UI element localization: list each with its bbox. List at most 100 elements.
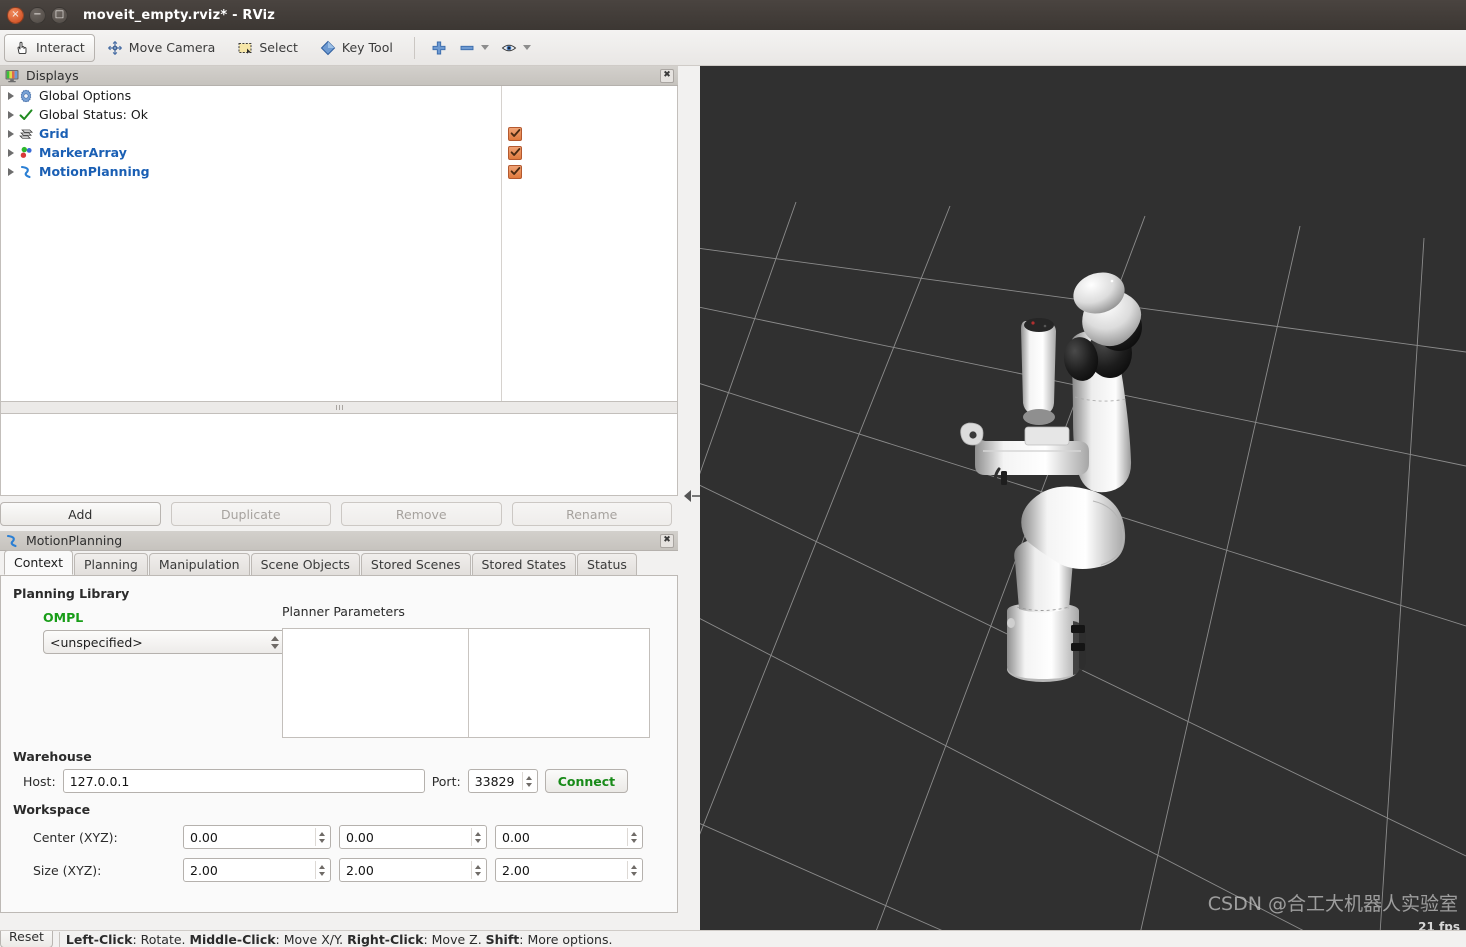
tree-item-checkbox[interactable]: [508, 145, 522, 160]
warehouse-heading: Warehouse: [13, 749, 92, 764]
motionplanning-tabbar: Context Planning Manipulation Scene Obje…: [0, 550, 678, 576]
size-y-spinner-arrows-icon[interactable]: [471, 861, 484, 879]
window-maximize-button[interactable]: □: [51, 6, 68, 24]
displays-close-icon[interactable]: ✖: [660, 68, 674, 83]
duplicate-display-button[interactable]: Duplicate: [170, 502, 331, 526]
expand-arrow-icon[interactable]: [4, 148, 18, 157]
tool-select-button[interactable]: Select: [227, 34, 308, 62]
display-properties-panel[interactable]: [0, 413, 678, 496]
tool-key-tool-label: Key Tool: [341, 40, 393, 55]
tool-key-tool-button[interactable]: Key Tool: [310, 34, 403, 62]
center-x-spinner-arrows-icon[interactable]: [315, 828, 328, 846]
tab-status[interactable]: Status: [577, 553, 637, 575]
tab-scene-objects[interactable]: Scene Objects: [250, 553, 360, 575]
size-y-spinbox[interactable]: 2.00: [339, 858, 487, 882]
displays-button-row: Add Duplicate Remove Rename: [0, 496, 678, 526]
displays-monitor-icon: [4, 68, 20, 84]
expand-arrow-icon[interactable]: [4, 110, 18, 119]
size-z-spinner-arrows-icon[interactable]: [627, 861, 640, 879]
planner-parameters-name-column: [283, 629, 469, 737]
add-display-button[interactable]: Add: [0, 502, 161, 526]
main-toolbar: Interact Move Camera Select Key Tool: [0, 30, 1466, 66]
size-x-spinbox[interactable]: 2.00: [183, 858, 331, 882]
gear-icon: [18, 88, 34, 104]
window-title: moveit_empty.rviz* - RViz: [83, 7, 276, 23]
views-button[interactable]: [496, 34, 536, 62]
host-input[interactable]: 127.0.0.1: [62, 769, 425, 793]
displays-dock-titlebar: Displays ✖: [0, 66, 678, 86]
displays-splitter[interactable]: [0, 402, 678, 413]
window-minimize-button[interactable]: −: [29, 6, 46, 24]
chevron-down-icon[interactable]: [480, 45, 489, 50]
tab-planning[interactable]: Planning: [73, 553, 148, 575]
center-y-spinner-arrows-icon[interactable]: [471, 828, 484, 846]
tool-move-camera-label: Move Camera: [128, 40, 216, 55]
tree-item-label: Global Status: Ok: [39, 107, 148, 122]
chevron-down-icon[interactable]: [522, 45, 531, 50]
status-separator: [58, 931, 60, 947]
center-x-value: 0.00: [190, 829, 218, 845]
tree-item-checkbox[interactable]: [508, 164, 522, 179]
host-label: Host:: [23, 773, 56, 789]
window-close-button[interactable]: ×: [7, 6, 24, 24]
center-xyz-label: Center (XYZ):: [33, 829, 118, 845]
size-z-value: 2.00: [502, 862, 530, 878]
displays-tree[interactable]: Global Options Global Status: Ok Grid Ma…: [0, 86, 678, 402]
center-z-spinbox[interactable]: 0.00: [495, 825, 643, 849]
tool-select-label: Select: [259, 40, 298, 55]
tab-manipulation[interactable]: Manipulation: [148, 553, 250, 575]
select-rectangle-icon: [237, 40, 253, 56]
tool-move-camera-button[interactable]: Move Camera: [97, 34, 226, 62]
tree-item-global-options[interactable]: Global Options: [1, 86, 677, 105]
center-y-value: 0.00: [346, 829, 374, 845]
collapse-handle-bar[interactable]: [692, 495, 700, 497]
tree-item-global-status[interactable]: Global Status: Ok: [1, 105, 677, 124]
collapse-left-arrow-icon[interactable]: [684, 490, 691, 502]
motionplanning-close-icon[interactable]: ✖: [660, 533, 674, 548]
eye-icon: [501, 40, 517, 56]
tree-item-grid[interactable]: Grid: [1, 124, 677, 143]
reset-button[interactable]: Reset: [0, 931, 53, 947]
rename-display-button[interactable]: Rename: [511, 502, 672, 526]
displays-dock-title: Displays: [26, 68, 79, 83]
center-z-spinner-arrows-icon[interactable]: [627, 828, 640, 846]
connect-button[interactable]: Connect: [544, 769, 629, 793]
center-x-spinbox[interactable]: 0.00: [183, 825, 331, 849]
planning-algorithm-combobox[interactable]: <unspecified>: [43, 630, 286, 654]
hint-text-right-click: : Move Z.: [423, 931, 486, 947]
3d-render-viewport[interactable]: CSDN @合工大机器人实验室 21 fps: [700, 66, 1466, 934]
port-label: Port:: [431, 773, 461, 789]
remove-tool-button[interactable]: [454, 34, 494, 62]
expand-arrow-icon[interactable]: [4, 167, 18, 176]
hand-cursor-icon: [14, 40, 30, 56]
planner-parameters-value-column: [469, 629, 649, 737]
add-tool-button[interactable]: [426, 34, 452, 62]
tree-item-markerarray[interactable]: MarkerArray: [1, 143, 677, 162]
expand-arrow-icon[interactable]: [4, 129, 18, 138]
motion-planning-icon: [18, 164, 34, 180]
tool-interact-button[interactable]: Interact: [4, 33, 95, 62]
motion-planning-icon: [4, 533, 20, 549]
port-spinbox[interactable]: 33829: [467, 769, 538, 793]
context-tab-pane: Planning Library OMPL <unspecified> Plan…: [0, 576, 678, 913]
center-y-spinbox[interactable]: 0.00: [339, 825, 487, 849]
port-spinner-arrows-icon[interactable]: [521, 772, 535, 790]
tree-item-checkbox[interactable]: [508, 126, 522, 141]
remove-display-button[interactable]: Remove: [341, 502, 502, 526]
toolbar-separator: [413, 36, 415, 59]
planner-parameters-table[interactable]: [282, 628, 650, 738]
combobox-arrows-icon[interactable]: [271, 635, 279, 649]
splitter-grip-icon: [335, 405, 343, 410]
size-x-spinner-arrows-icon[interactable]: [315, 861, 328, 879]
tree-item-label: MotionPlanning: [39, 164, 150, 179]
tree-item-motionplanning[interactable]: MotionPlanning: [1, 162, 677, 181]
expand-arrow-icon[interactable]: [4, 91, 18, 100]
tab-stored-states[interactable]: Stored States: [471, 553, 577, 575]
hint-text-left-click: : Rotate.: [132, 931, 190, 947]
tab-context[interactable]: Context: [4, 550, 73, 575]
key-tool-diamond-icon: [320, 40, 336, 56]
size-z-spinbox[interactable]: 2.00: [495, 858, 643, 882]
tab-stored-scenes[interactable]: Stored Scenes: [360, 553, 471, 575]
window-controls: × − □: [0, 6, 68, 24]
displays-dock: Displays ✖ Global Options Global Status:…: [0, 66, 678, 526]
